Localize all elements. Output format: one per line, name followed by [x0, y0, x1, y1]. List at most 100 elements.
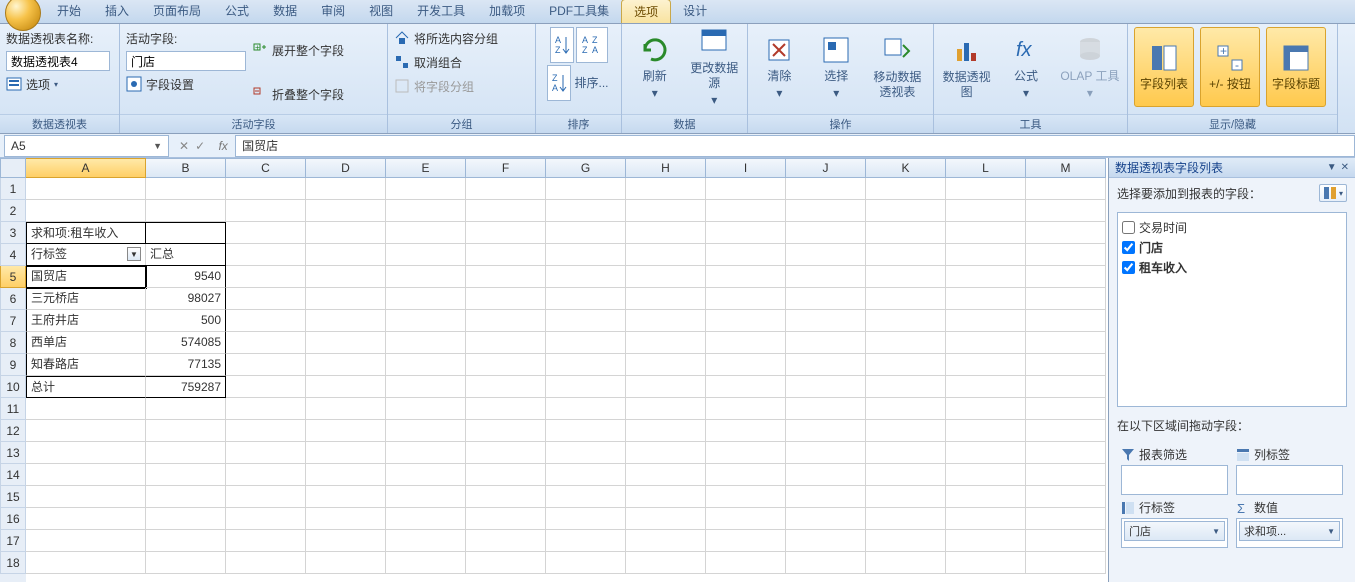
field-checkbox[interactable] [1122, 221, 1135, 234]
cell-D6[interactable] [306, 288, 386, 310]
cell-H14[interactable] [626, 464, 706, 486]
row-header-8[interactable]: 8 [0, 332, 26, 354]
col-header-H[interactable]: H [626, 158, 706, 178]
cell-J2[interactable] [786, 200, 866, 222]
cell-B15[interactable] [146, 486, 226, 508]
pane-title[interactable]: 数据透视表字段列表 ▼✕ [1109, 158, 1355, 178]
cell-M17[interactable] [1026, 530, 1106, 552]
col-header-K[interactable]: K [866, 158, 946, 178]
cell-C1[interactable] [226, 178, 306, 200]
cell-F9[interactable] [466, 354, 546, 376]
cell-J5[interactable] [786, 266, 866, 288]
cell-D8[interactable] [306, 332, 386, 354]
cell-H3[interactable] [626, 222, 706, 244]
cell-D5[interactable] [306, 266, 386, 288]
field-settings-button[interactable]: 字段设置 [126, 73, 246, 95]
cell-A11[interactable] [26, 398, 146, 420]
cell-A4[interactable]: 行标签▼ [26, 244, 146, 266]
cell-M5[interactable] [1026, 266, 1106, 288]
cell-L8[interactable] [946, 332, 1026, 354]
cell-A14[interactable] [26, 464, 146, 486]
cell-L6[interactable] [946, 288, 1026, 310]
menu-tab-数据[interactable]: 数据 [261, 0, 309, 23]
cell-K2[interactable] [866, 200, 946, 222]
field-交易时间[interactable]: 交易时间 [1122, 217, 1342, 237]
cell-D11[interactable] [306, 398, 386, 420]
cell-A12[interactable] [26, 420, 146, 442]
cell-B12[interactable] [146, 420, 226, 442]
cell-M14[interactable] [1026, 464, 1106, 486]
cell-K16[interactable] [866, 508, 946, 530]
cell-E13[interactable] [386, 442, 466, 464]
cell-G7[interactable] [546, 310, 626, 332]
ungroup-button[interactable]: 取消组合 [394, 51, 498, 73]
cell-D18[interactable] [306, 552, 386, 574]
cell-D10[interactable] [306, 376, 386, 398]
cell-I10[interactable] [706, 376, 786, 398]
row-label-filter-button[interactable]: ▼ [127, 247, 141, 261]
cell-I16[interactable] [706, 508, 786, 530]
cell-H9[interactable] [626, 354, 706, 376]
cell-B18[interactable] [146, 552, 226, 574]
row-header-12[interactable]: 12 [0, 420, 26, 442]
cell-H10[interactable] [626, 376, 706, 398]
cell-J14[interactable] [786, 464, 866, 486]
cell-E9[interactable] [386, 354, 466, 376]
cell-E17[interactable] [386, 530, 466, 552]
cell-M15[interactable] [1026, 486, 1106, 508]
cell-I14[interactable] [706, 464, 786, 486]
group-field-button[interactable]: 将字段分组 [394, 75, 498, 97]
cell-K12[interactable] [866, 420, 946, 442]
cell-M10[interactable] [1026, 376, 1106, 398]
cell-G1[interactable] [546, 178, 626, 200]
cell-K7[interactable] [866, 310, 946, 332]
cell-F14[interactable] [466, 464, 546, 486]
cell-K17[interactable] [866, 530, 946, 552]
row-area[interactable]: 门店▼ [1121, 518, 1228, 548]
cell-H6[interactable] [626, 288, 706, 310]
cell-I7[interactable] [706, 310, 786, 332]
cell-L1[interactable] [946, 178, 1026, 200]
cell-G13[interactable] [546, 442, 626, 464]
cell-A13[interactable] [26, 442, 146, 464]
cell-I5[interactable] [706, 266, 786, 288]
cell-F2[interactable] [466, 200, 546, 222]
row-header-5[interactable]: 5 [0, 266, 26, 288]
cell-A6[interactable]: 三元桥店 [26, 288, 146, 310]
cell-M9[interactable] [1026, 354, 1106, 376]
cell-J3[interactable] [786, 222, 866, 244]
active-field-input[interactable] [126, 51, 246, 71]
cell-K9[interactable] [866, 354, 946, 376]
cell-B9[interactable]: 77135 [146, 354, 226, 376]
cell-I2[interactable] [706, 200, 786, 222]
cell-M16[interactable] [1026, 508, 1106, 530]
cell-E5[interactable] [386, 266, 466, 288]
cell-C18[interactable] [226, 552, 306, 574]
cell-B3[interactable] [146, 222, 226, 244]
cell-J1[interactable] [786, 178, 866, 200]
cell-F5[interactable] [466, 266, 546, 288]
cell-E15[interactable] [386, 486, 466, 508]
cell-M2[interactable] [1026, 200, 1106, 222]
cell-B13[interactable] [146, 442, 226, 464]
cell-K15[interactable] [866, 486, 946, 508]
cell-B1[interactable] [146, 178, 226, 200]
cell-G14[interactable] [546, 464, 626, 486]
cell-I18[interactable] [706, 552, 786, 574]
col-header-M[interactable]: M [1026, 158, 1106, 178]
cell-F16[interactable] [466, 508, 546, 530]
cell-D13[interactable] [306, 442, 386, 464]
cell-B6[interactable]: 98027 [146, 288, 226, 310]
cell-C8[interactable] [226, 332, 306, 354]
cell-D14[interactable] [306, 464, 386, 486]
cell-L13[interactable] [946, 442, 1026, 464]
cell-H13[interactable] [626, 442, 706, 464]
cell-D16[interactable] [306, 508, 386, 530]
cell-B11[interactable] [146, 398, 226, 420]
cell-J11[interactable] [786, 398, 866, 420]
expand-field-button[interactable]: + 展开整个字段 [252, 39, 344, 61]
col-header-A[interactable]: A [26, 158, 146, 178]
cell-A7[interactable]: 王府井店 [26, 310, 146, 332]
cell-D15[interactable] [306, 486, 386, 508]
cell-D12[interactable] [306, 420, 386, 442]
